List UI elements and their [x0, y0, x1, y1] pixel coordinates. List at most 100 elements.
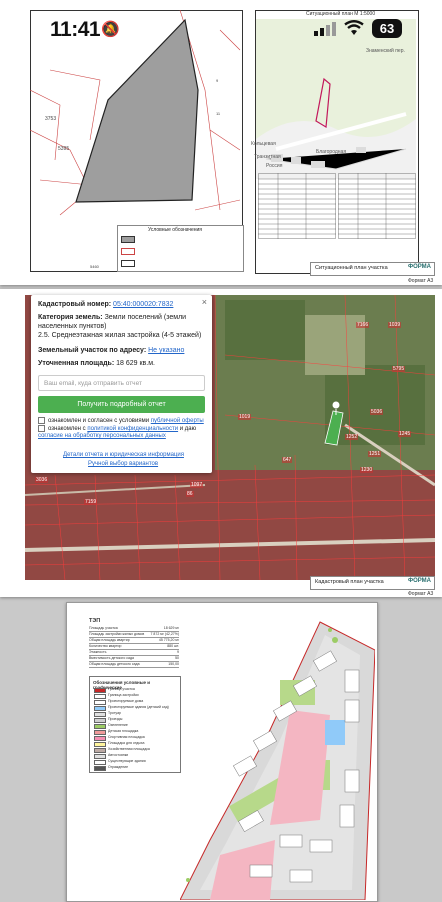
close-icon[interactable]: ×	[202, 297, 207, 307]
legend-title: Обозначения условные и графические	[93, 680, 151, 690]
wifi-icon	[344, 20, 364, 35]
legend-label: Детская площадка	[108, 729, 139, 733]
legend-swatch	[94, 712, 106, 717]
tep-row-value: 18 629 м²	[163, 626, 179, 630]
parcel-label-1230: 1230	[360, 467, 374, 473]
land-category-value-cont: населенных пунктов)	[38, 323, 107, 330]
page2-title-block: Кадастровый план участка ФОРМА	[310, 576, 435, 590]
offer-checkbox-label: ознакомлен и согласен с условиями	[48, 418, 150, 425]
parcel-label-647: 647	[282, 457, 293, 463]
tep-row-label: Вместимость детского сада	[89, 656, 134, 660]
legend-label: Ограждение	[108, 765, 129, 769]
mute-bell-icon: 🔕	[101, 21, 120, 38]
legend-label: Проезды	[108, 717, 123, 721]
parcel-label-1019: 1019	[238, 414, 252, 420]
parcel-label-1252: 1252	[345, 434, 359, 440]
tep-row-value: 7 872 м² (42,27%)	[150, 632, 179, 636]
offer-checkbox[interactable]	[38, 417, 45, 424]
forma-logo: ФОРМА	[407, 264, 431, 270]
legend-label: Тротуар	[108, 711, 122, 715]
get-report-button[interactable]: Получить подробный отчет	[38, 396, 205, 413]
personal-data-consent-link[interactable]: согласие на обработку персональных данны…	[38, 433, 166, 439]
legend-swatch	[94, 766, 106, 771]
address-label: Земельный участок по адресу:	[38, 347, 147, 354]
page1-caption: Ситуационный план участка	[315, 265, 388, 271]
privacy-checkbox[interactable]	[38, 425, 45, 432]
land-category-value: Земли поселений (земли	[104, 314, 187, 321]
page1-title-block: Ситуационный план участка ФОРМА	[310, 262, 435, 276]
map-label-blagorodnaya: Благородная	[316, 149, 347, 155]
tep-row-value: 45 775,20 м²	[158, 638, 179, 642]
legend-label: Существующие здания	[108, 759, 146, 763]
tep-row-value: 150,00	[168, 662, 179, 666]
legend-label: Проектируемые дома	[108, 699, 144, 703]
battery-indicator: 63	[372, 19, 402, 38]
parcel-label-7159: 7159	[84, 499, 98, 505]
legend-label: Озеленение	[108, 723, 128, 727]
privacy-checkbox-label: ознакомлен с	[48, 426, 86, 433]
tep-row-value: 880 шт.	[167, 644, 179, 648]
map-label-tranzitnaya: Транзитная	[254, 154, 281, 160]
svg-text:5460: 5460	[90, 264, 100, 269]
legend-swatch	[94, 730, 106, 735]
tep-row-label: Общая площадь квартир	[89, 638, 130, 642]
tep-row-value: 50	[175, 656, 179, 660]
legend-swatch	[94, 706, 106, 711]
area-value: 18 629 кв.м.	[116, 360, 155, 367]
cadastral-info-popup: × Кадастровый номер: 05:40:000020:7832 К…	[31, 295, 212, 473]
tep-row-label: Площадь застройки жилых домов	[89, 632, 145, 636]
parcel-label-3036: 3036	[35, 477, 49, 483]
report-details-link[interactable]: Детали отчета и юридическая информация	[63, 452, 184, 458]
cadastral-number-link[interactable]: 05:40:000020:7832	[113, 301, 173, 308]
cellular-signal-icon	[314, 22, 336, 36]
legend-label: Площадка для отдыха	[108, 741, 145, 745]
clock: 11:41	[50, 18, 101, 41]
manual-selection-link[interactable]: Ручной выбор вариантов	[88, 461, 158, 467]
permitted-use: 2.5. Среднеэтажная жилая застройка (4-5 …	[38, 332, 202, 339]
address-value[interactable]: Не указано	[148, 347, 184, 354]
parcel-label-86: 86	[186, 491, 194, 497]
parcel-label-1097: 1097	[190, 482, 204, 488]
legend-swatch	[94, 724, 106, 729]
tep-row-label: Общая площадь детского сада	[89, 662, 140, 666]
public-offer-link[interactable]: публичной оферты	[151, 418, 204, 424]
legend-label: Хозяйственная площадка	[108, 747, 150, 751]
parcel-label-5795: 5795	[392, 366, 406, 372]
tep-title: ТЭП	[89, 618, 101, 624]
land-category-label: Категория земель:	[38, 314, 103, 321]
page1-format: Формат А3	[408, 278, 434, 284]
master-plan-drawing	[180, 621, 375, 900]
legend-swatch	[94, 742, 106, 747]
svg-text:3753: 3753	[45, 116, 56, 122]
legend-box: Обозначения условные и графические Грани…	[89, 676, 181, 773]
tep-row-label: Площадь участка	[89, 626, 118, 630]
tep-row: Общая площадь детского сада 150,00	[89, 662, 179, 668]
parcel-label-1245: 1245	[398, 431, 412, 437]
legend-swatch	[94, 754, 106, 759]
area-label: Уточненная площадь:	[38, 360, 115, 367]
legend-label: Спортивная площадка	[108, 735, 145, 739]
parcel-label-1039: 1039	[388, 322, 402, 328]
status-bar: 11:41 🔕 63	[0, 0, 442, 56]
privacy-policy-link[interactable]: политикой конфиденциальности	[87, 426, 178, 432]
legend-swatch	[94, 700, 106, 705]
legend-swatch	[94, 718, 106, 723]
email-input[interactable]: Ваш email, куда отправить отчет	[38, 375, 205, 391]
map-label-rossiya: Россия	[266, 163, 283, 169]
legend-label: Автостоянки	[108, 753, 129, 757]
page2-format: Формат А3	[408, 591, 434, 597]
legend-swatch	[94, 694, 106, 699]
forma-logo: ФОРМА	[407, 578, 431, 584]
plan-legend-box: Условные обозначения	[117, 225, 244, 272]
legend-swatch	[94, 760, 106, 765]
legend-swatch	[94, 736, 106, 741]
legend-swatch	[94, 748, 106, 753]
privacy-checkbox-label-end: и даю	[179, 426, 197, 433]
page2-caption: Кадастровый план участка	[315, 579, 384, 585]
legend-label: Граница застройки	[108, 693, 139, 697]
cadastral-number-label: Кадастровый номер:	[38, 301, 112, 308]
legend-swatch	[94, 688, 106, 693]
tep-row-label: Этажность	[89, 650, 107, 654]
svg-text:5395: 5395	[58, 146, 69, 152]
tep-row-value: 9	[177, 650, 179, 654]
